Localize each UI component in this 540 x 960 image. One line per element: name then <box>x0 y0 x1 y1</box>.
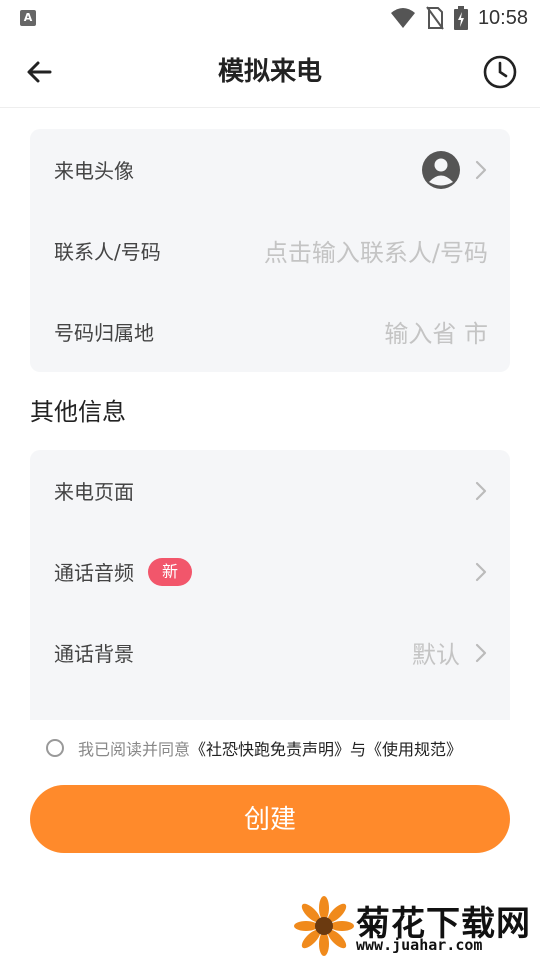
usage-rules-link[interactable]: 《使用规范》 <box>366 736 462 760</box>
call-background-value: 默认 <box>412 641 460 669</box>
notification-icon: A <box>20 10 36 26</box>
history-clock-icon[interactable] <box>482 54 518 90</box>
clock-time: 10:58 <box>477 6 528 29</box>
call-background-label: 通话背景 <box>54 642 134 666</box>
battery-charging-icon <box>453 6 468 30</box>
location-row[interactable]: 号码归属地 输入省 市 <box>30 291 510 372</box>
avatar-row[interactable]: 来电头像 <box>30 129 510 210</box>
call-background-row[interactable]: 通话背景 默认 <box>30 612 510 693</box>
agree-joiner: 与 <box>350 740 367 759</box>
watermark: 菊花下载网 www.juahar.com <box>290 894 540 960</box>
watermark-url: www.juahar.com <box>356 936 483 954</box>
chevron-right-icon <box>475 562 487 581</box>
new-badge: 新 <box>148 557 193 586</box>
chevron-right-icon <box>475 481 487 500</box>
chevron-right-icon <box>475 160 487 179</box>
avatar-placeholder-icon <box>422 150 460 189</box>
contact-label: 联系人/号码 <box>54 240 161 264</box>
call-page-label: 来电页面 <box>54 480 134 504</box>
agree-prefix: 我已阅读并同意 <box>78 740 191 759</box>
page-title: 模拟来电 <box>217 57 322 87</box>
call-audio-row[interactable]: 通话音频 新 <box>30 531 510 612</box>
status-bar: A 10:58 <box>0 0 540 36</box>
app-bar: 模拟来电 <box>0 36 540 108</box>
call-audio-label: 通话音频 <box>54 561 134 585</box>
contact-input[interactable]: 点击输入联系人/号码 <box>264 233 488 268</box>
chevron-right-icon <box>475 643 487 662</box>
agree-radio[interactable] <box>46 739 64 757</box>
avatar-label: 来电头像 <box>54 159 134 183</box>
call-page-row[interactable]: 来电页面 <box>30 450 510 531</box>
contact-card: 来电头像 联系人/号码 点击输入联系人/号码 号码归属地 输入省 市 <box>30 129 510 372</box>
flower-logo-icon <box>294 896 354 956</box>
status-icons: 10:58 <box>390 5 528 31</box>
contact-row[interactable]: 联系人/号码 点击输入联系人/号码 <box>30 210 510 291</box>
disclaimer-link[interactable]: 《社恐快跑免责声明》 <box>190 736 350 760</box>
wifi-icon <box>390 8 415 28</box>
section-title-other-info: 其他信息 <box>30 398 126 426</box>
location-input[interactable]: 输入省 市 <box>384 314 488 349</box>
agreement-row: 我已阅读并同意 《社恐快跑免责声明》 与 《使用规范》 <box>46 736 462 760</box>
create-button[interactable]: 创建 <box>30 785 510 853</box>
other-info-card: 来电页面 通话音频 新 通话背景 默认 <box>30 450 510 720</box>
location-label: 号码归属地 <box>54 321 154 345</box>
no-sim-icon <box>426 6 444 30</box>
